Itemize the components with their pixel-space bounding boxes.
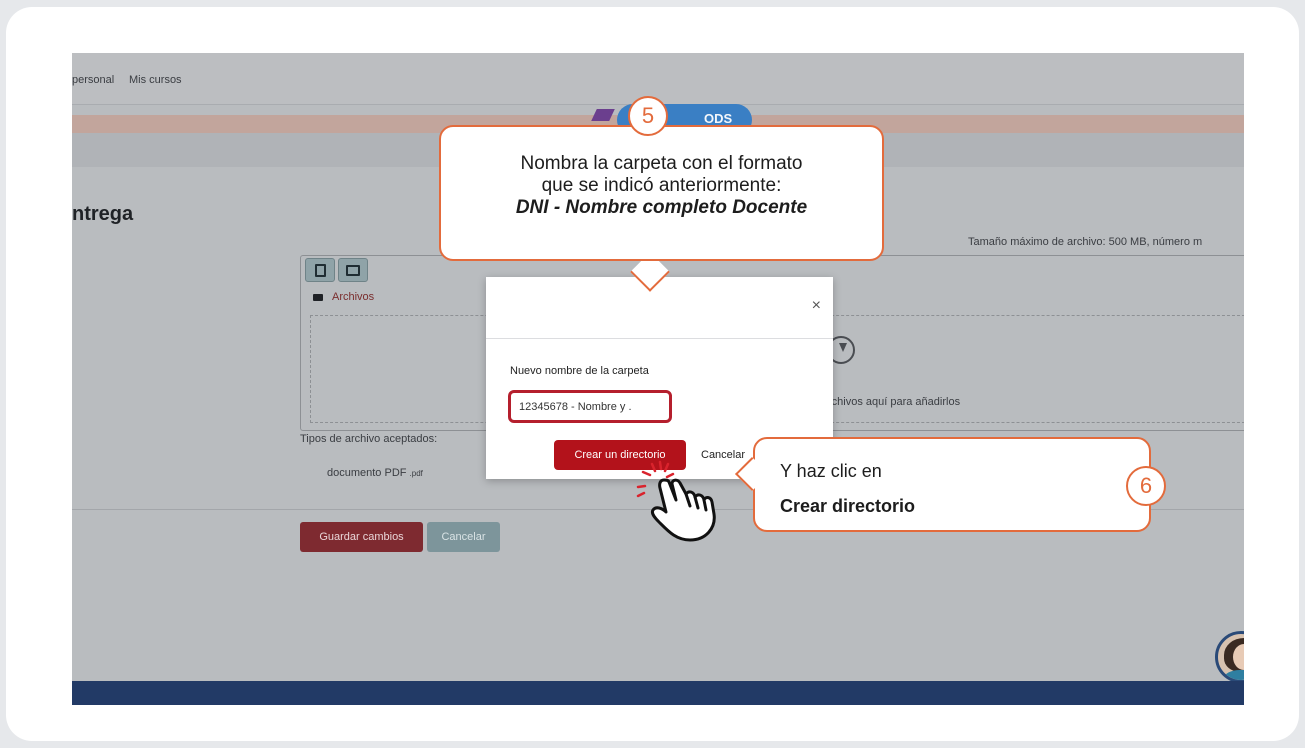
ods-label: ODS [704,111,733,126]
step-5-badge: 5 [628,96,668,136]
folder-icon [313,294,323,301]
save-changes-button[interactable]: Guardar cambios [300,522,423,552]
callout-5-line-3: DNI - Nombre completo Docente [515,197,808,218]
accepted-type-pdf: documento PDF .pdf [327,467,423,479]
nav-link-personal[interactable]: personal [72,74,114,86]
avatar[interactable] [1215,631,1244,683]
top-navigation: personal Mis cursos [72,53,1244,105]
page-cancel-button[interactable]: Cancelar [427,522,500,552]
add-file-button[interactable] [305,258,335,282]
folder-icon [346,265,360,276]
callout-6-line-1: Y haz clic en [780,461,882,481]
callout-6-line-2: Crear directorio [780,496,916,516]
close-icon[interactable]: × [812,297,821,315]
file-icon [315,264,326,277]
callout-step-6: Y haz clic en Crear directorio [753,437,1151,532]
create-folder-button[interactable] [338,258,368,282]
folder-name-input[interactable] [508,390,672,423]
callout-5-text: Nombra la carpeta con el formato que se … [441,153,882,219]
hand-pointer-icon [636,460,716,542]
folder-name-label: Nuevo nombre de la carpeta [510,365,649,377]
callout-5-line-2: que se indicó anteriormente: [541,175,782,196]
callout-step-5: Nombra la carpeta con el formato que se … [439,125,884,261]
pdf-extension: .pdf [409,469,423,478]
drop-zone-hint: rchivos aquí para añadirlos [828,396,961,408]
footer-bar [72,681,1244,705]
callout-5-line-1: Nombra la carpeta con el formato [520,153,803,174]
dialog-header-divider [486,338,833,339]
accepted-types-label: Tipos de archivo aceptados: [300,433,438,445]
nav-link-mis-cursos[interactable]: Mis cursos [129,74,182,86]
breadcrumb-archivos[interactable]: Archivos [332,291,374,303]
pdf-type-name: documento PDF [327,467,407,479]
max-file-size-note: Tamaño máximo de archivo: 500 MB, número… [968,236,1203,248]
page-title: ntrega [72,203,134,225]
step-6-badge: 6 [1126,466,1166,506]
